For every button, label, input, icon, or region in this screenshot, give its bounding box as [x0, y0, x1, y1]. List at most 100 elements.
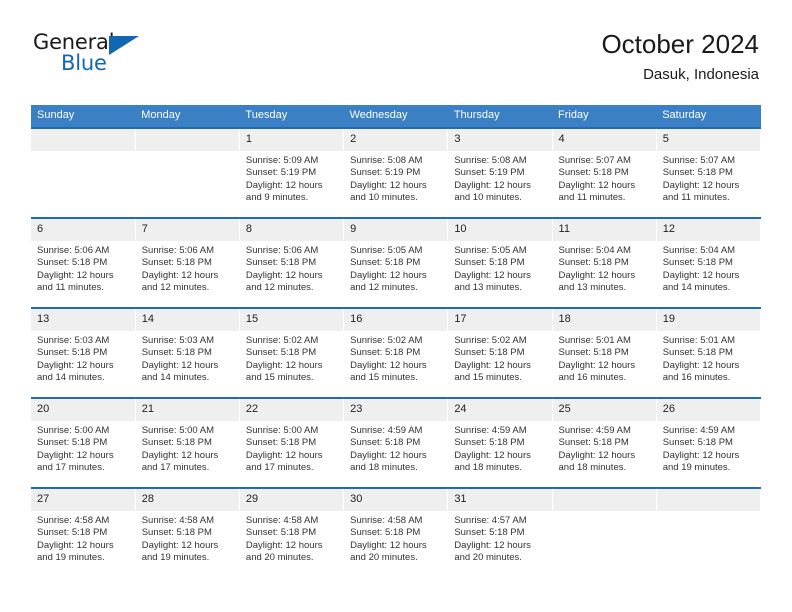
sunrise-text: Sunrise: 4:58 AM [141, 515, 215, 526]
calendar-day-cell[interactable]: 14 Sunrise: 5:03 AM Sunset: 5:18 PM Dayligh… [135, 307, 240, 398]
sunset-text: Sunset: 5:18 PM [454, 527, 525, 539]
weekday-header-wednesday: Wednesday [343, 105, 448, 128]
calendar-day-cell-empty [552, 487, 657, 577]
day-details: Sunrise: 4:58 AM Sunset: 5:18 PM Daylight:… [240, 511, 343, 565]
calendar-day-cell[interactable]: 23 Sunrise: 4:59 AM Sunset: 5:18 PM Dayligh… [343, 397, 449, 488]
daylight-text-line2: and 19 minutes. [141, 552, 210, 564]
calendar-day-cell[interactable]: 12 Sunrise: 5:04 AM Sunset: 5:18 PM Dayligh… [656, 217, 762, 308]
daylight-text-line2: and 17 minutes. [141, 462, 210, 474]
sunset-text: Sunset: 5:18 PM [662, 257, 733, 269]
calendar-day-cell[interactable]: 21 Sunrise: 5:00 AM Sunset: 5:18 PM Dayligh… [135, 397, 240, 488]
day-details: Sunrise: 5:02 AM Sunset: 5:18 PM Daylight:… [448, 331, 551, 385]
daylight-text-line2: and 12 minutes. [245, 282, 314, 294]
day-details: Sunrise: 5:05 AM Sunset: 5:18 PM Daylight:… [448, 241, 551, 295]
calendar-day-cell[interactable]: 6 Sunrise: 5:06 AM Sunset: 5:18 PM Daylight… [31, 217, 136, 308]
calendar-day-cell[interactable]: 25 Sunrise: 4:59 AM Sunset: 5:18 PM Dayligh… [552, 397, 657, 488]
calendar-day-cell[interactable]: 17 Sunrise: 5:02 AM Sunset: 5:18 PM Dayligh… [447, 307, 553, 398]
sunset-text: Sunset: 5:18 PM [37, 257, 108, 269]
daylight-text-line2: and 14 minutes. [37, 372, 105, 384]
daylight-text-line2: and 20 minutes. [350, 552, 418, 564]
calendar-day-cell[interactable]: 28 Sunrise: 4:58 AM Sunset: 5:18 PM Dayligh… [135, 487, 240, 577]
calendar-day-cell[interactable]: 16 Sunrise: 5:02 AM Sunset: 5:18 PM Dayligh… [343, 307, 449, 398]
daylight-text-line1: Daylight: 12 hours [454, 359, 531, 371]
day-details: Sunrise: 5:09 AM Sunset: 5:19 PM Daylight:… [240, 151, 343, 205]
calendar-day-cell[interactable]: 3 Sunrise: 5:08 AM Sunset: 5:19 PM Daylight… [447, 127, 553, 218]
calendar-day-cell[interactable]: 2 Sunrise: 5:08 AM Sunset: 5:19 PM Daylight… [343, 127, 449, 218]
day-details: Sunrise: 5:04 AM Sunset: 5:18 PM Daylight:… [657, 241, 760, 295]
day-details: Sunrise: 5:07 AM Sunset: 5:18 PM Daylight:… [657, 151, 760, 205]
daylight-text-line2: and 11 minutes. [558, 192, 626, 204]
calendar-day-cell[interactable]: 20 Sunrise: 5:00 AM Sunset: 5:18 PM Dayligh… [31, 397, 136, 488]
sunrise-text: Sunrise: 5:02 AM [454, 335, 527, 346]
calendar-day-cell[interactable]: 5 Sunrise: 5:07 AM Sunset: 5:18 PM Daylight… [656, 127, 762, 218]
daylight-text-line2: and 11 minutes. [662, 192, 730, 204]
day-details: Sunrise: 5:04 AM Sunset: 5:18 PM Daylight:… [553, 241, 656, 295]
calendar-day-cell[interactable]: 1 Sunrise: 5:09 AM Sunset: 5:19 PM Daylight… [239, 127, 345, 218]
daylight-text-line2: and 18 minutes. [454, 462, 522, 474]
daylight-text-line1: Daylight: 12 hours [350, 359, 427, 371]
calendar-body: 1 Sunrise: 5:09 AM Sunset: 5:19 PM Daylight… [31, 127, 762, 577]
generalblue-logo[interactable]: General Blue [33, 30, 153, 86]
sunrise-text: Sunrise: 5:07 AM [558, 155, 631, 166]
daylight-text-line1: Daylight: 12 hours [454, 539, 531, 551]
sunrise-text: Sunrise: 4:58 AM [37, 515, 110, 526]
daylight-text-line2: and 20 minutes. [454, 552, 522, 564]
calendar-day-cell[interactable]: 29 Sunrise: 4:58 AM Sunset: 5:18 PM Dayligh… [239, 487, 345, 577]
day-details: Sunrise: 4:57 AM Sunset: 5:18 PM Daylight:… [448, 511, 551, 565]
page-subtitle: Dasuk, Indonesia [643, 66, 759, 83]
calendar-day-cell[interactable]: 30 Sunrise: 4:58 AM Sunset: 5:18 PM Dayligh… [343, 487, 449, 577]
day-details: Sunrise: 4:58 AM Sunset: 5:18 PM Daylight:… [344, 511, 447, 565]
daylight-text-line2: and 10 minutes. [350, 192, 418, 204]
calendar-day-cell[interactable]: 11 Sunrise: 5:04 AM Sunset: 5:18 PM Dayligh… [552, 217, 657, 308]
daylight-text-line2: and 12 minutes. [350, 282, 418, 294]
sunrise-text: Sunrise: 5:03 AM [141, 335, 215, 346]
day-number: 17 [448, 309, 552, 331]
calendar-day-cell[interactable]: 19 Sunrise: 5:01 AM Sunset: 5:18 PM Dayligh… [656, 307, 762, 398]
sunset-text: Sunset: 5:18 PM [37, 347, 108, 359]
calendar-day-cell[interactable]: 26 Sunrise: 4:59 AM Sunset: 5:18 PM Dayligh… [656, 397, 762, 488]
day-number: 6 [31, 219, 135, 241]
sunrise-text: Sunrise: 5:01 AM [558, 335, 631, 346]
calendar-day-cell[interactable]: 22 Sunrise: 5:00 AM Sunset: 5:18 PM Dayligh… [239, 397, 345, 488]
calendar-day-cell[interactable]: 18 Sunrise: 5:01 AM Sunset: 5:18 PM Dayligh… [552, 307, 657, 398]
sunrise-text: Sunrise: 5:05 AM [454, 245, 527, 256]
daylight-text-line2: and 12 minutes. [141, 282, 210, 294]
calendar-day-cell[interactable]: 24 Sunrise: 4:59 AM Sunset: 5:18 PM Dayligh… [447, 397, 553, 488]
day-number: 25 [552, 399, 656, 421]
day-details: Sunrise: 5:01 AM Sunset: 5:18 PM Daylight:… [657, 331, 760, 385]
day-number: 2 [344, 129, 448, 151]
calendar-day-cell[interactable]: 27 Sunrise: 4:58 AM Sunset: 5:18 PM Dayligh… [31, 487, 136, 577]
daylight-text-line1: Daylight: 12 hours [662, 179, 740, 191]
daylight-text-line1: Daylight: 12 hours [37, 449, 114, 461]
sunset-text: Sunset: 5:18 PM [350, 347, 421, 359]
daylight-text-line2: and 16 minutes. [662, 372, 731, 384]
sunset-text: Sunset: 5:18 PM [454, 347, 525, 359]
sunrise-text: Sunrise: 4:58 AM [350, 515, 423, 526]
daylight-text-line1: Daylight: 12 hours [558, 269, 636, 281]
daylight-text-line2: and 15 minutes. [245, 372, 314, 384]
day-details: Sunrise: 5:00 AM Sunset: 5:18 PM Daylight:… [240, 421, 343, 475]
day-details: Sunrise: 5:02 AM Sunset: 5:18 PM Daylight:… [240, 331, 343, 385]
calendar-day-cell[interactable]: 31 Sunrise: 4:57 AM Sunset: 5:18 PM Dayligh… [447, 487, 553, 577]
sunrise-text: Sunrise: 5:09 AM [245, 155, 319, 166]
calendar-day-cell[interactable]: 8 Sunrise: 5:06 AM Sunset: 5:18 PM Daylight… [239, 217, 345, 308]
sunset-text: Sunset: 5:18 PM [350, 527, 421, 539]
calendar-week-row: 20 Sunrise: 5:00 AM Sunset: 5:18 PM Dayligh… [31, 397, 762, 488]
calendar-day-cell[interactable]: 13 Sunrise: 5:03 AM Sunset: 5:18 PM Dayligh… [31, 307, 136, 398]
sunset-text: Sunset: 5:18 PM [558, 167, 629, 179]
weekday-header-thursday: Thursday [447, 105, 553, 128]
day-number: 10 [448, 219, 552, 241]
daylight-text-line2: and 13 minutes. [558, 282, 627, 294]
day-number: 8 [239, 219, 344, 241]
sunset-text: Sunset: 5:18 PM [558, 257, 629, 269]
sunrise-text: Sunrise: 4:59 AM [350, 425, 423, 436]
calendar-day-cell[interactable]: 4 Sunrise: 5:07 AM Sunset: 5:18 PM Daylight… [552, 127, 657, 218]
calendar-day-cell[interactable]: 7 Sunrise: 5:06 AM Sunset: 5:18 PM Daylight… [135, 217, 240, 308]
daylight-text-line1: Daylight: 12 hours [350, 269, 427, 281]
calendar-day-cell[interactable]: 10 Sunrise: 5:05 AM Sunset: 5:18 PM Dayligh… [447, 217, 553, 308]
daylight-text-line1: Daylight: 12 hours [141, 359, 219, 371]
calendar-day-cell[interactable]: 15 Sunrise: 5:02 AM Sunset: 5:18 PM Dayligh… [239, 307, 345, 398]
sunset-text: Sunset: 5:18 PM [350, 437, 421, 449]
calendar-day-cell[interactable]: 9 Sunrise: 5:05 AM Sunset: 5:18 PM Daylight… [343, 217, 449, 308]
daylight-text-line2: and 13 minutes. [454, 282, 522, 294]
